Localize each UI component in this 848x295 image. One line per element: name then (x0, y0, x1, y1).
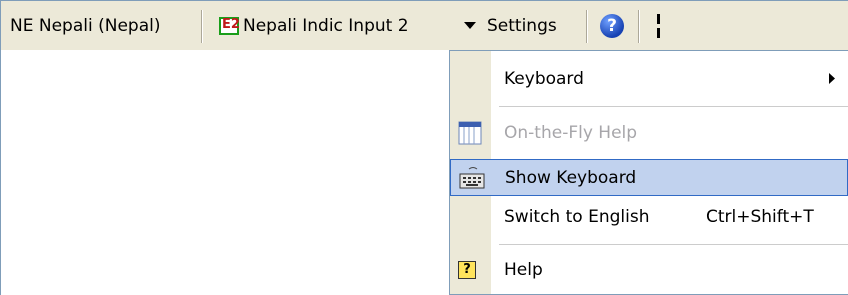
toolbar-separator (586, 10, 588, 43)
menu-item-label: On-the-Fly Help (504, 122, 638, 143)
menu-item-label: Keyboard (504, 68, 584, 89)
help-icon-glyph: ? (463, 262, 471, 277)
menu-item-help[interactable]: ? Help (450, 251, 848, 288)
help-icon: ? (600, 14, 624, 38)
language-label: NE Nepali (Nepal) (10, 16, 161, 36)
settings-menu: Keyboard On-the-Fly Help Show Keyboard S… (449, 50, 848, 295)
submenu-arrow-icon (829, 73, 835, 84)
menu-separator (499, 244, 848, 245)
language-bar: NE Nepali (Nepal) Nepali Indic Input 2 S… (0, 0, 848, 50)
toolbar-separator (638, 10, 640, 43)
menu-separator (499, 106, 848, 107)
toolbar-options-button[interactable] (654, 1, 663, 51)
language-button[interactable]: NE Nepali (Nepal) (10, 1, 160, 51)
menu-item-label: Switch to English (504, 206, 650, 227)
menu-item-label: Show Keyboard (505, 167, 637, 188)
menu-item-switch-to-english[interactable]: Switch to English Ctrl+Shift+T (450, 198, 848, 235)
help-button[interactable]: ? (600, 1, 624, 51)
input-method-button[interactable]: Nepali Indic Input 2 (219, 1, 409, 51)
settings-label: Settings (487, 16, 557, 36)
settings-dropdown[interactable]: Settings (464, 1, 557, 51)
menu-item-show-keyboard[interactable]: Show Keyboard (450, 159, 848, 196)
grid-icon (458, 121, 482, 144)
window-frame (0, 50, 1, 295)
input-method-icon (219, 17, 240, 35)
menu-item-on-the-fly-help[interactable]: On-the-Fly Help (450, 114, 848, 151)
menu-item-keyboard[interactable]: Keyboard (450, 60, 848, 97)
input-method-label: Nepali Indic Input 2 (243, 16, 409, 36)
options-icon (657, 14, 660, 38)
help-icon: ? (458, 260, 476, 279)
menu-item-label: Help (504, 259, 543, 280)
keyboard-icon (459, 166, 485, 188)
toolbar-separator (201, 10, 203, 43)
dropdown-arrow-icon (464, 22, 476, 29)
menu-item-shortcut: Ctrl+Shift+T (706, 206, 814, 227)
